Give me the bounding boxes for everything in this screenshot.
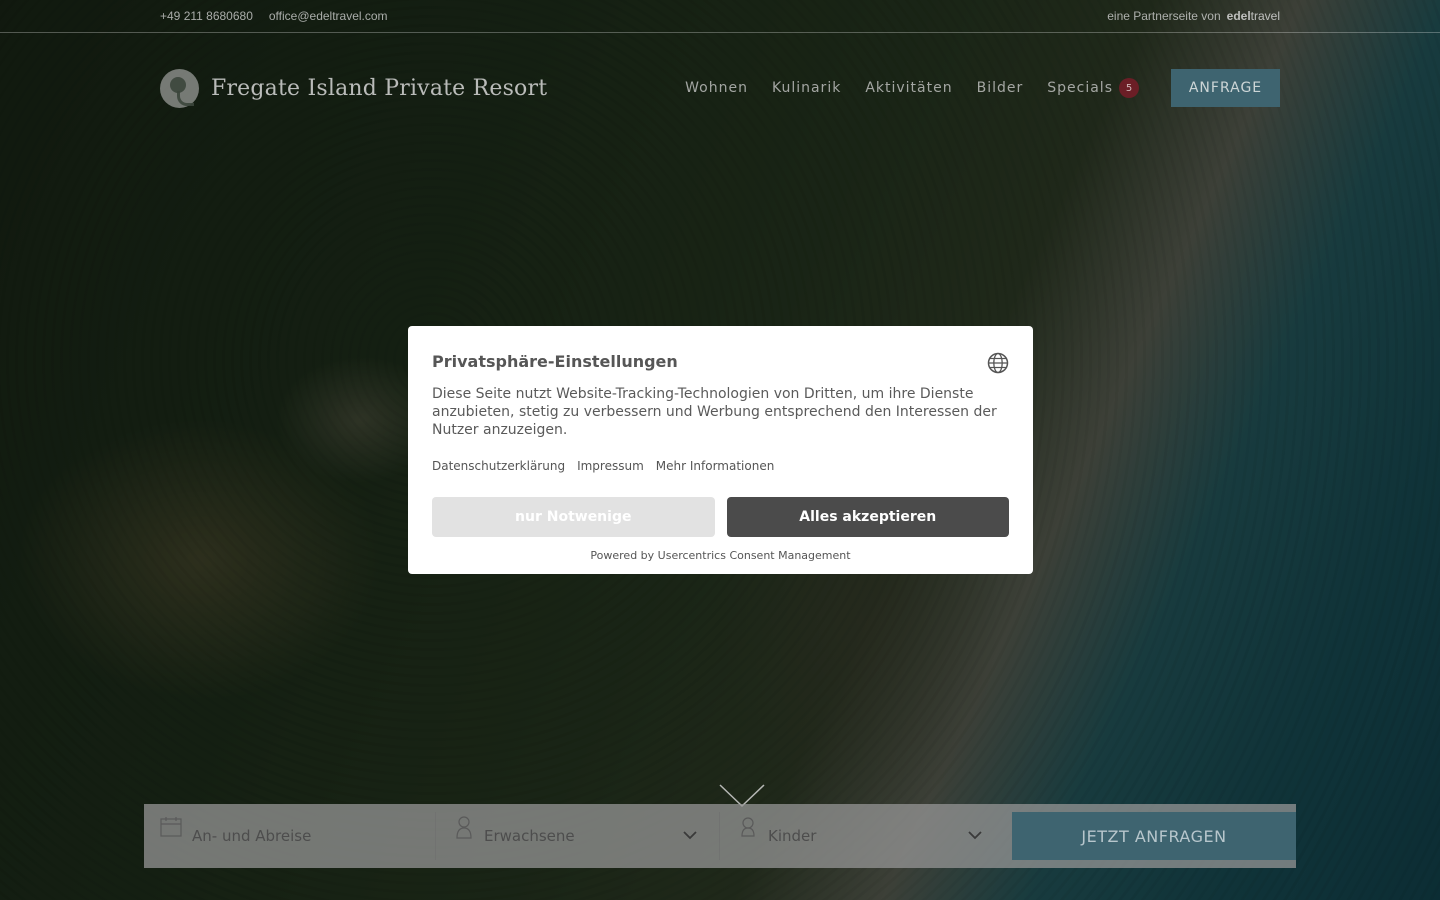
accept-all-button[interactable]: Alles akzeptieren <box>726 497 1009 537</box>
site-header: Fregate Island Private Resort Wohnen Kul… <box>160 69 1280 108</box>
phone-link[interactable]: +49 211 8680680 <box>160 9 253 23</box>
partner-info: eine Partnerseite von edeltravel <box>1107 9 1280 23</box>
kids-label: Kinder <box>768 827 817 845</box>
specials-count-badge: 5 <box>1119 78 1139 98</box>
globe-language-icon[interactable] <box>987 352 1009 374</box>
consent-title: Privatsphäre-Einstellungen <box>432 352 678 371</box>
consent-buttons: nur Notwenige Alles akzeptieren <box>432 497 1009 537</box>
anfrage-button[interactable]: ANFRAGE <box>1171 69 1280 107</box>
adults-label: Erwachsene <box>484 827 575 845</box>
partner-logo-bold: edel <box>1226 9 1251 23</box>
nav-item-bilder[interactable]: Bilder <box>977 80 1024 96</box>
powered-by-text[interactable]: Powered by Usercentrics Consent Manageme… <box>432 549 1009 562</box>
consent-description: Diese Seite nutzt Website-Tracking-Techn… <box>432 386 997 438</box>
date-range-field[interactable]: An- und Abreise <box>144 812 436 860</box>
adult-person-icon <box>456 816 472 839</box>
main-nav: Wohnen Kulinarik Aktivitäten Bilder Spec… <box>685 69 1280 107</box>
partner-text: eine Partnerseite von <box>1107 9 1221 23</box>
nav-label: Kulinarik <box>771 80 842 96</box>
nav-item-aktivitaeten[interactable]: Aktivitäten <box>865 80 952 96</box>
child-person-icon <box>741 817 755 837</box>
kids-select[interactable]: Kinder <box>720 812 1004 860</box>
jetzt-anfragen-button[interactable]: JETZT ANFRAGEN <box>1012 812 1296 860</box>
nav-label: Wohnen <box>685 80 748 96</box>
imprint-link[interactable]: Impressum <box>577 459 644 473</box>
adults-select[interactable]: Erwachsene <box>436 812 720 860</box>
email-link[interactable]: office@edeltravel.com <box>269 9 388 23</box>
consent-links: Datenschutzerklärung Impressum Mehr Info… <box>432 459 1009 473</box>
logo-mark-icon <box>160 69 199 108</box>
nav-label: Aktivitäten <box>865 80 953 96</box>
chevron-down-icon <box>968 831 982 840</box>
top-bar: +49 211 8680680 office@edeltravel.com ei… <box>0 0 1440 33</box>
site-logo[interactable]: Fregate Island Private Resort <box>160 69 547 108</box>
nav-label: Specials <box>1047 80 1113 96</box>
deny-button[interactable]: nur Notwenige <box>432 497 715 537</box>
logo-text: Fregate Island Private Resort <box>211 76 548 101</box>
nav-item-wohnen[interactable]: Wohnen <box>685 80 748 96</box>
date-range-placeholder: An- und Abreise <box>192 827 312 845</box>
consent-dialog: Privatsphäre-Einstellungen Diese Seite n… <box>408 326 1033 574</box>
calendar-icon <box>160 817 182 837</box>
booking-bar: An- und Abreise Erwachsene Kinder JETZT … <box>144 804 1296 868</box>
privacy-policy-link[interactable]: Datenschutzerklärung <box>432 459 565 473</box>
nav-item-kulinarik[interactable]: Kulinarik <box>772 80 841 96</box>
nav-label: Bilder <box>976 80 1024 96</box>
partner-logo-rest: travel <box>1250 9 1280 23</box>
contact-info: +49 211 8680680 office@edeltravel.com <box>160 9 388 23</box>
more-info-link[interactable]: Mehr Informationen <box>656 459 775 473</box>
nav-item-specials[interactable]: Specials 5 <box>1047 78 1139 98</box>
chevron-down-icon <box>683 831 697 840</box>
edeltravel-logo[interactable]: edeltravel <box>1227 9 1280 23</box>
